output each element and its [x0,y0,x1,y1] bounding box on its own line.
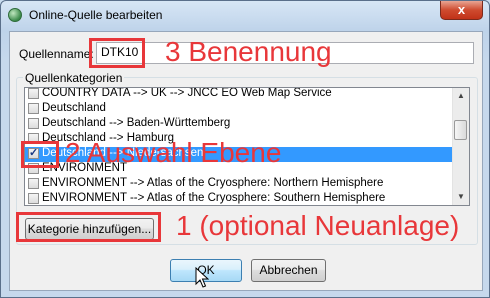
category-list-item[interactable]: ENVIRONMENT --> Atlas of the Cryosphere:… [25,192,469,205]
category-label: ENVIRONMENT --> Atlas of the Cryosphere:… [42,177,384,189]
scroll-thumb[interactable] [454,120,467,140]
category-list-item[interactable]: Deutschland [25,102,469,117]
category-list-item[interactable]: ENVIRONMENT --> Atlas of the Cryosphere:… [25,177,469,192]
list-scrollbar[interactable]: ▲ ▼ [452,88,469,205]
mouse-cursor-icon [195,267,209,288]
category-checkbox[interactable] [28,193,39,204]
annotation-step1: 1 (optional Neuanlage) [176,210,460,241]
category-checkbox[interactable] [28,88,39,99]
annotation-box-checkbox [21,141,59,168]
annotation-step2: 2 Auswahl Ebene [65,137,282,168]
source-name-label: Quellenname: [19,47,94,61]
category-checkbox[interactable] [28,118,39,129]
annotation-step3: 3 Benennung [165,36,332,67]
category-label: Deutschland --> Baden-Württemberg [42,117,231,129]
category-checkbox[interactable] [28,178,39,189]
dialog-window: Online-Quelle bearbeiten x Quellenname: … [0,0,490,298]
category-checkbox[interactable] [28,103,39,114]
category-label: COUNTRY DATA --> UK --> JNCC EO Web Map … [42,87,332,99]
close-button[interactable]: x [440,1,483,20]
globe-icon [8,8,22,22]
category-label: Deutschland [42,102,106,114]
category-label: ENVIRONMENT --> Atlas of the Cryosphere:… [42,192,386,204]
scroll-down-icon[interactable]: ▼ [453,189,469,205]
annotation-box-add-button [16,212,161,242]
category-list-item[interactable]: Deutschland --> Baden-Württemberg [25,117,469,132]
annotation-box-name [89,38,145,68]
scroll-up-icon[interactable]: ▲ [453,88,469,104]
categories-group-label: Quellenkategorien [23,71,125,85]
category-list-item[interactable]: COUNTRY DATA --> UK --> JNCC EO Web Map … [25,87,469,102]
cancel-button[interactable]: Abbrechen [251,259,326,282]
window-title: Online-Quelle bearbeiten [29,8,163,22]
title-bar[interactable]: Online-Quelle bearbeiten x [1,1,489,31]
